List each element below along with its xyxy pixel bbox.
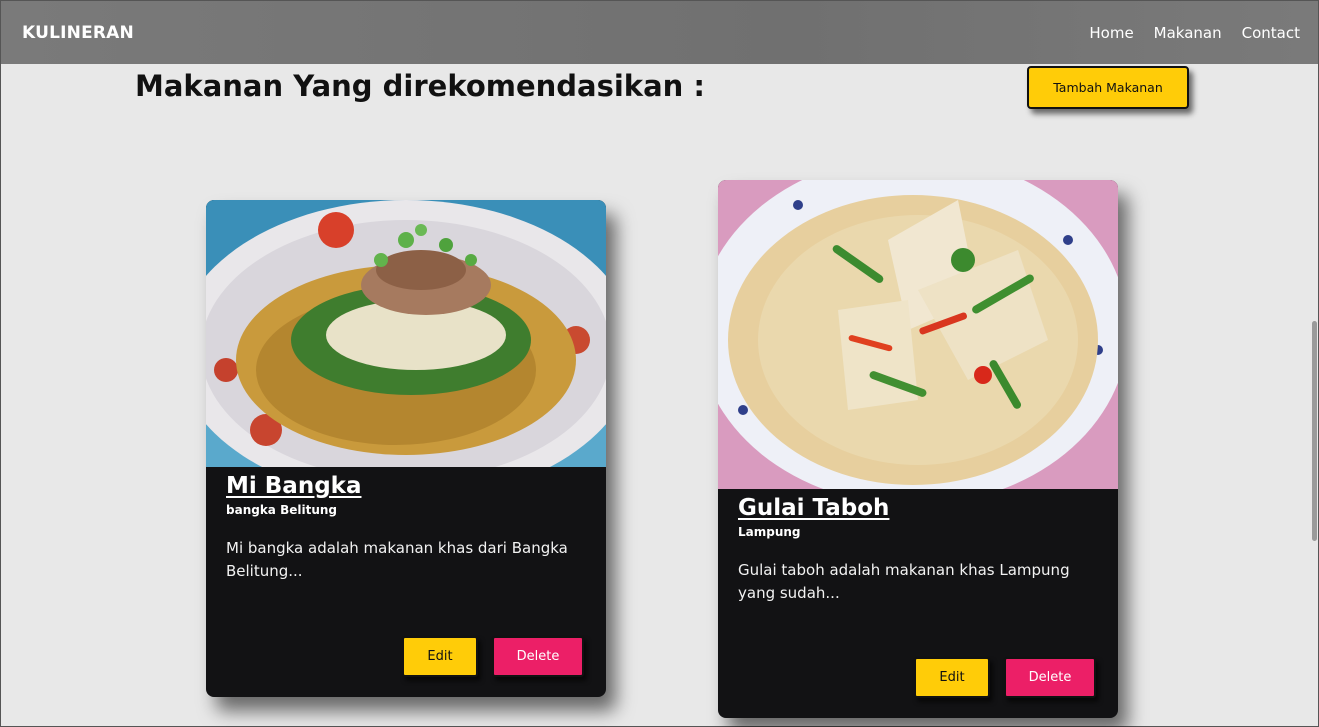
card-actions: Edit Delete <box>402 636 584 677</box>
edit-button[interactable]: Edit <box>914 657 990 698</box>
food-title[interactable]: Gulai Taboh <box>738 495 889 521</box>
nav-link-makanan[interactable]: Makanan <box>1154 24 1222 42</box>
nav-link-contact[interactable]: Contact <box>1242 24 1300 42</box>
nav-links: Home Makanan Contact <box>1089 24 1300 42</box>
scrollbar-thumb[interactable] <box>1312 321 1317 541</box>
food-card: Gulai Taboh Lampung Gulai taboh adalah m… <box>718 180 1118 718</box>
card-body: Mi Bangka bangka Belitung Mi bangka adal… <box>206 467 606 583</box>
food-description: Gulai taboh adalah makanan khas Lampung … <box>738 561 1070 602</box>
card-actions: Edit Delete <box>914 657 1096 698</box>
edit-button[interactable]: Edit <box>402 636 478 677</box>
card-body: Gulai Taboh Lampung Gulai taboh adalah m… <box>718 489 1118 605</box>
food-description: Mi bangka adalah makanan khas dari Bangk… <box>226 539 568 580</box>
food-image-curry <box>718 180 1118 489</box>
brand-logo[interactable]: KULINERAN <box>22 23 134 43</box>
food-image-noodles <box>206 200 606 467</box>
food-card: Mi Bangka bangka Belitung Mi bangka adal… <box>206 200 606 697</box>
delete-button[interactable]: Delete <box>492 636 584 677</box>
food-region: bangka Belitung <box>226 503 337 517</box>
food-region: Lampung <box>738 525 801 539</box>
page-title: Makanan Yang direkomendasikan : <box>135 69 706 103</box>
delete-button[interactable]: Delete <box>1004 657 1096 698</box>
nav-link-home[interactable]: Home <box>1089 24 1133 42</box>
add-food-button[interactable]: Tambah Makanan <box>1027 66 1189 109</box>
food-title[interactable]: Mi Bangka <box>226 473 361 499</box>
navbar: KULINERAN Home Makanan Contact <box>1 1 1318 64</box>
